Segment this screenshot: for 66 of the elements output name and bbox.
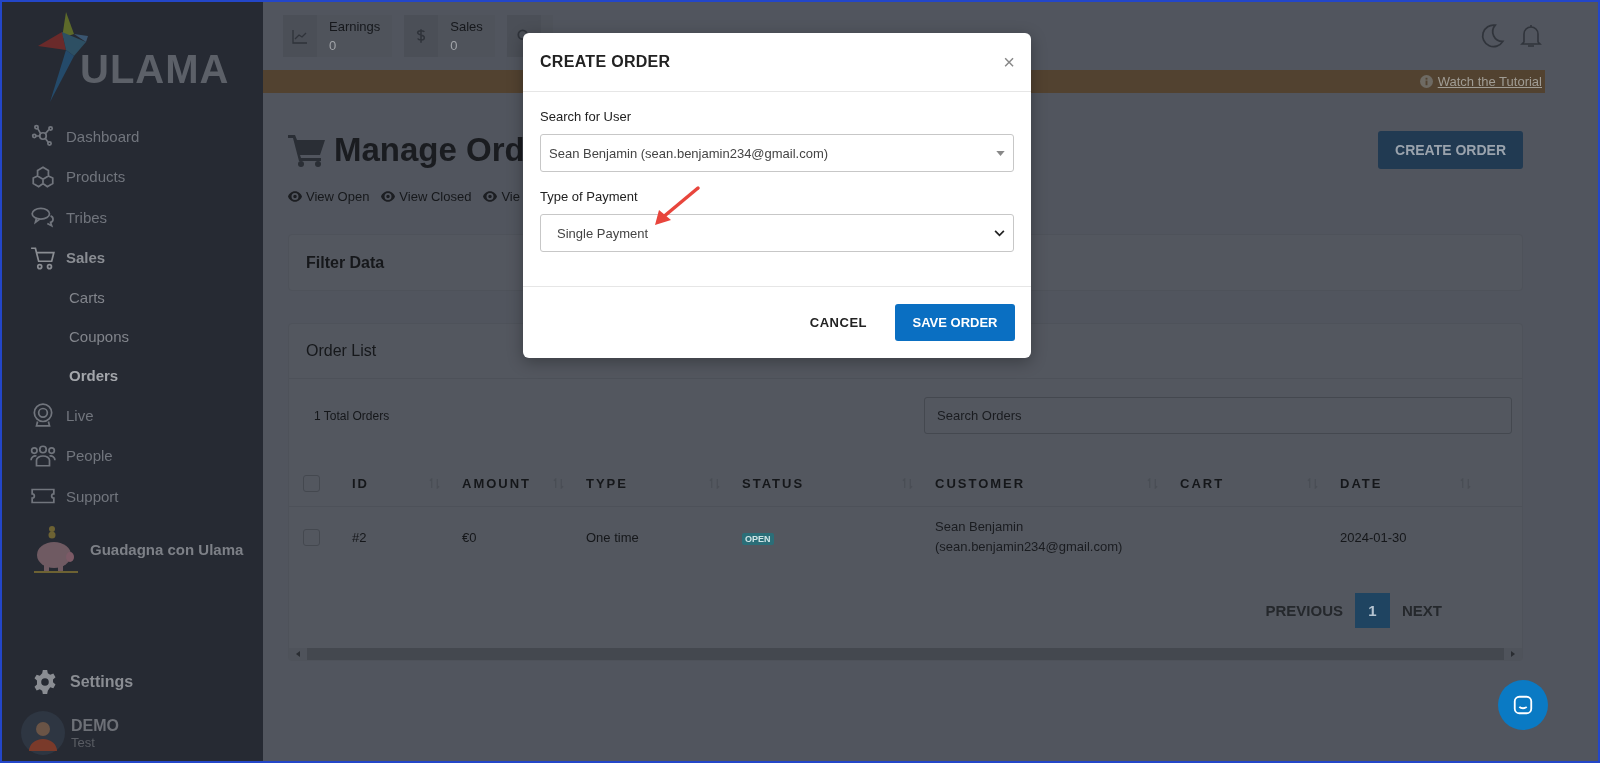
sidebar-subitem[interactable]: Coupons	[2, 317, 263, 356]
cancel-button[interactable]: CANCEL	[803, 304, 873, 341]
save-order-button[interactable]: SAVE ORDER	[895, 304, 1015, 341]
column-header[interactable]: TYPE	[586, 475, 628, 491]
column-header[interactable]: CART	[1180, 475, 1225, 491]
stat-label: Earnings	[329, 19, 381, 34]
bell-icon[interactable]	[1519, 23, 1543, 49]
chat-icon	[1512, 694, 1534, 716]
pagination-button[interactable]: 1	[1355, 593, 1390, 628]
column-header[interactable]: DATE	[1340, 475, 1383, 491]
table-cell: €0	[462, 529, 477, 545]
card-title: Order List	[306, 342, 377, 360]
tutorial-link[interactable]: Watch the Tutorial	[1437, 74, 1542, 89]
column-header[interactable]: STATUS	[742, 475, 805, 491]
cart-icon	[28, 244, 58, 271]
select-field[interactable]: Sean Benjamin (sean.benjamin234@gmail.com)	[540, 134, 1014, 172]
avatar-icon	[21, 711, 65, 755]
settings-item[interactable]: Settings	[2, 667, 263, 697]
gear-icon	[32, 669, 58, 695]
stat-value: 0	[450, 38, 459, 53]
page-title: Manage Ord	[334, 131, 525, 169]
filter-title[interactable]: Filter Data	[306, 253, 385, 272]
chevron-down-icon[interactable]	[994, 229, 1005, 237]
view-link[interactable]: View Open	[306, 189, 370, 204]
eye-icon	[381, 191, 396, 202]
view-link[interactable]: Vie	[501, 189, 520, 204]
sidebar-subitem[interactable]: Carts	[2, 278, 263, 317]
promo-link[interactable]: Guadagna con Ulama	[90, 541, 244, 558]
table-cell-text: Sean Benjamin (sean.benjamin234@gmail.com)	[935, 518, 1124, 556]
sidebar-item[interactable]: People	[2, 435, 263, 476]
field-label: Type of Payment	[540, 189, 639, 204]
sidebar-subitem[interactable]: Orders	[2, 356, 263, 395]
eye-icon	[483, 191, 498, 202]
stat-value: 0	[329, 38, 338, 53]
status-badge: OPEN	[742, 532, 774, 545]
arrow-annotation	[652, 185, 702, 227]
dialog-title: CREATE ORDER	[540, 53, 671, 71]
field-label: Search for User	[540, 109, 633, 124]
create-order-button[interactable]: CREATE ORDER	[1378, 131, 1523, 169]
table-cell: One time	[586, 529, 639, 545]
column-header[interactable]: AMOUNT	[462, 475, 532, 491]
table-cell: #2	[352, 529, 367, 545]
close-button[interactable]: ×	[1003, 50, 1015, 74]
horizontal-scrollbar[interactable]	[289, 648, 1522, 660]
cart-icon	[288, 133, 326, 167]
info-icon	[1419, 75, 1433, 88]
chat-button[interactable]	[1498, 680, 1548, 730]
select-field[interactable]: Single Payment	[540, 214, 1014, 252]
column-header[interactable]: ID	[352, 475, 369, 491]
caret-icon[interactable]	[996, 150, 1005, 156]
column-header[interactable]: CUSTOMER	[935, 475, 1026, 491]
stat-label: Sales	[450, 19, 483, 34]
people-icon	[28, 442, 58, 469]
view-link[interactable]: View Closed	[399, 189, 472, 204]
table-cell: 2024-01-30	[1340, 529, 1407, 545]
eye-icon	[288, 191, 302, 202]
sidebar-item[interactable]: Sales	[2, 237, 263, 278]
user-name: DEMO	[71, 716, 119, 735]
sidebar-item[interactable]: Products	[2, 156, 263, 197]
sidebar-item[interactable]: Dashboard	[2, 116, 263, 157]
total-orders: 1 Total Orders	[314, 408, 390, 423]
moon-icon[interactable]	[1479, 23, 1505, 49]
sidebar-item[interactable]: Support	[2, 476, 263, 517]
search-field[interactable]: Search Orders	[924, 397, 1512, 434]
sidebar-item[interactable]: Live	[2, 395, 263, 436]
sidebar-item[interactable]: Tribes	[2, 197, 263, 238]
